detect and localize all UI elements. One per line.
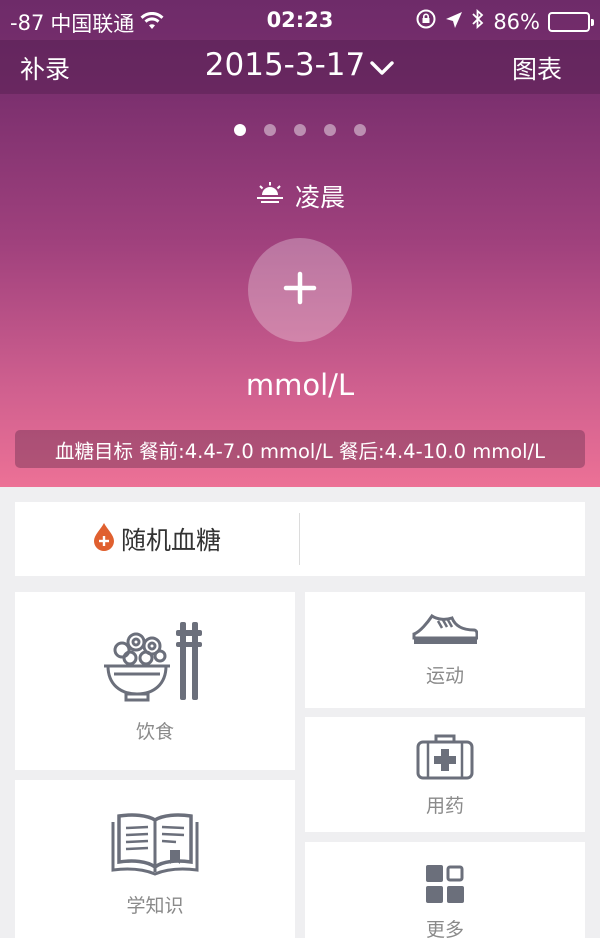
glucose-target-bar: 血糖目标 餐前:4.4-7.0 mmol/L 餐后:4.4-10.0 mmol/… [15, 430, 585, 468]
plus-icon [283, 271, 317, 309]
diet-label: 饮食 [135, 721, 174, 743]
page-dot[interactable] [264, 124, 276, 136]
time-period: 凌晨 [0, 178, 600, 214]
random-glucose-value-area[interactable] [300, 502, 585, 576]
random-glucose-card: 随机血糖 [15, 502, 585, 576]
grid-icon [425, 864, 465, 909]
nav-bar: 补录 2015-3-17 图表 [0, 40, 600, 94]
random-glucose-button[interactable]: 随机血糖 [15, 502, 299, 576]
page-dot[interactable] [234, 124, 246, 136]
status-bar: -87 中国联通 02:23 86% [0, 0, 600, 40]
page-indicator[interactable] [0, 124, 600, 136]
chart-button[interactable]: 图表 [512, 50, 562, 86]
sport-tile[interactable]: 运动 [305, 592, 585, 708]
sport-label: 运动 [425, 665, 464, 687]
add-reading-button[interactable] [248, 238, 352, 342]
glucose-target-text: 血糖目标 餐前:4.4-7.0 mmol/L 餐后:4.4-10.0 mmol/… [54, 439, 545, 463]
more-label: 更多 [425, 919, 464, 938]
glucose-unit: mmol/L [245, 368, 355, 402]
sunrise-icon [255, 181, 285, 211]
battery-icon [548, 11, 594, 32]
page-dot[interactable] [324, 124, 336, 136]
random-glucose-label: 随机血糖 [120, 526, 221, 555]
page-dot[interactable] [294, 124, 306, 136]
learn-label: 学知识 [126, 895, 184, 917]
blood-drop-plus-icon [93, 522, 115, 556]
date-picker[interactable]: 2015-3-17 [0, 47, 600, 85]
bluetooth-icon [471, 8, 485, 35]
current-date: 2015-3-17 [204, 47, 366, 83]
open-book-icon [110, 812, 200, 881]
rotation-lock-icon [415, 8, 437, 35]
sneaker-icon [412, 612, 479, 651]
medicine-label: 用药 [425, 794, 464, 817]
chevron-down-icon [369, 49, 395, 85]
medicine-tile[interactable]: 用药 [305, 717, 585, 832]
noodle-bowl-chopsticks-icon [100, 618, 210, 709]
learn-tile[interactable]: 学知识 [15, 780, 295, 938]
medical-kit-icon [416, 732, 474, 785]
diet-tile[interactable]: 饮食 [15, 592, 295, 770]
more-tile[interactable]: 更多 [305, 842, 585, 938]
location-arrow-icon [445, 10, 463, 34]
page-dot[interactable] [354, 124, 366, 136]
battery-percent: 86% [493, 9, 540, 34]
period-label: 凌晨 [294, 183, 345, 212]
